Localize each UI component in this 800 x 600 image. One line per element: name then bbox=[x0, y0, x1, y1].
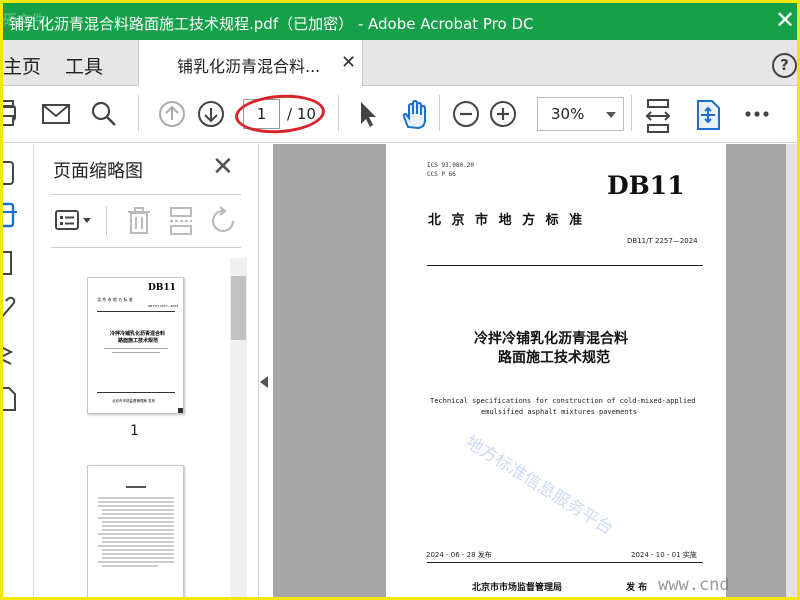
panel-close-icon[interactable]: ✕ bbox=[212, 152, 234, 182]
page-thumbnails-icon[interactable] bbox=[3, 200, 21, 230]
toolbar-separator bbox=[138, 95, 139, 131]
zoom-value: 30% bbox=[551, 105, 585, 123]
thumb-text-line bbox=[104, 348, 168, 349]
doc-title-1: 冷拌冷铺乳化沥青混合料 bbox=[474, 331, 628, 347]
more-options-icon[interactable] bbox=[743, 99, 773, 129]
thumbnail-options-icon[interactable] bbox=[54, 207, 94, 235]
bookmark-icon[interactable] bbox=[3, 158, 21, 188]
thumb-toc-lines bbox=[98, 497, 174, 567]
document-icon[interactable] bbox=[3, 384, 21, 414]
scrollbar-thumb[interactable] bbox=[231, 276, 246, 340]
thumbnail-1-label: 1 bbox=[130, 423, 139, 439]
chevron-down-icon bbox=[606, 112, 616, 118]
pdf-page: ICS 93.080.20 CCS P 66 DB11 北 京 市 地 方 标 … bbox=[386, 144, 726, 597]
thumb-rule bbox=[97, 311, 175, 312]
doc-issue-word: 发 布 bbox=[626, 583, 648, 593]
doc-region: 北 京 市 地 方 标 准 bbox=[428, 213, 583, 228]
window-title: 铺乳化沥青混合料路面施工技术规程.pdf（已加密） - Adobe Acroba… bbox=[9, 15, 534, 33]
panel-collapse-handle[interactable] bbox=[260, 376, 268, 388]
doc-db-mark: DB11 bbox=[607, 171, 685, 200]
doc-en-title-1: Technical specifications for constructio… bbox=[430, 397, 696, 405]
thumb-rule bbox=[97, 392, 175, 393]
hand-tool-icon[interactable] bbox=[399, 99, 431, 131]
toolbar-separator bbox=[631, 95, 632, 131]
doc-ccs: CCS P 66 bbox=[427, 171, 456, 178]
tab-close-icon[interactable]: ✕ bbox=[341, 52, 356, 73]
doc-ics: ICS 93.080.20 bbox=[427, 162, 474, 169]
panel-divider bbox=[51, 194, 241, 195]
thumbnail-scrollbar[interactable] bbox=[230, 258, 247, 597]
help-icon[interactable]: ? bbox=[772, 53, 797, 78]
url-watermark: www.cnd bbox=[658, 575, 730, 595]
zoom-out-icon[interactable] bbox=[451, 99, 481, 129]
main-toolbar: 1 / 10 30% bbox=[3, 87, 797, 143]
toolbar-separator bbox=[338, 95, 339, 131]
doc-rule-bottom bbox=[427, 562, 703, 563]
tab-document[interactable]: 铺乳化沥青混合料... ✕ bbox=[138, 40, 363, 86]
tab-tools[interactable]: 工具 bbox=[65, 52, 103, 79]
doc-issuer: 北京市市场监督管理局 bbox=[472, 583, 563, 593]
layers-icon[interactable] bbox=[3, 248, 21, 278]
tab-bar: 主页 工具 铺乳化沥青混合料... ✕ ? bbox=[3, 40, 797, 86]
zoom-in-icon[interactable] bbox=[488, 99, 518, 129]
rotate-page-icon[interactable] bbox=[209, 206, 239, 236]
doc-publish-date: 2024 - 06 - 28 发布 bbox=[426, 551, 492, 559]
fit-width-icon[interactable] bbox=[643, 99, 673, 133]
doc-implement-date: 2024 - 10 - 01 实施 bbox=[631, 551, 697, 559]
mail-icon[interactable] bbox=[41, 99, 71, 129]
left-tool-strip bbox=[3, 144, 34, 597]
toolbar-separator bbox=[439, 95, 440, 131]
overlay-watermark: 砸文件 bbox=[3, 13, 45, 29]
title-bar: 铺乳化沥青混合料路面施工技术规程.pdf（已加密） - Adobe Acroba… bbox=[3, 3, 797, 40]
thumbnail-panel: 页面缩略图 ✕ DB11 北 京 市 地 方 标 准 DB11/T 2257—2… bbox=[34, 144, 259, 597]
thumb-title-1: 冷拌冷铺乳化沥青混合料 bbox=[110, 331, 166, 337]
extract-page-icon[interactable] bbox=[167, 206, 195, 236]
search-icon[interactable] bbox=[89, 99, 119, 129]
page-thumbnail-2[interactable] bbox=[87, 465, 184, 597]
panel-title: 页面缩略图 bbox=[53, 161, 143, 182]
doc-en-title-2: emulsified asphalt mixtures pavements bbox=[481, 408, 637, 416]
doc-rule-top bbox=[427, 265, 703, 266]
panel-separator bbox=[106, 206, 107, 236]
thumb-region: 北 京 市 地 方 标 准 bbox=[97, 297, 133, 302]
doc-code: DB11/T 2257—2024 bbox=[627, 237, 698, 245]
page-thumbnail-1[interactable]: DB11 北 京 市 地 方 标 准 DB11/T 2257—2024 冷拌冷铺… bbox=[87, 277, 184, 414]
document-viewer[interactable]: ICS 93.080.20 CCS P 66 DB11 北 京 市 地 方 标 … bbox=[273, 144, 797, 597]
thumb-heading bbox=[126, 486, 146, 488]
thumb-code: DB11/T 2257—2024 bbox=[148, 304, 179, 308]
tab-document-label: 铺乳化沥青混合料... bbox=[177, 57, 321, 76]
signature-icon[interactable] bbox=[3, 340, 21, 370]
select-arrow-icon[interactable] bbox=[355, 99, 379, 129]
previous-page-icon[interactable] bbox=[157, 99, 187, 129]
thumb-corner-marker bbox=[178, 408, 183, 413]
delete-page-icon[interactable] bbox=[125, 206, 153, 236]
window-close-button[interactable]: ✕ bbox=[773, 7, 797, 33]
thumb-db: DB11 bbox=[148, 283, 176, 293]
next-page-icon[interactable] bbox=[196, 99, 226, 129]
viewer-scrollbar[interactable] bbox=[786, 144, 797, 597]
panel-divider bbox=[51, 247, 241, 248]
full-screen-icon[interactable] bbox=[693, 99, 723, 131]
print-icon[interactable] bbox=[3, 99, 19, 129]
thumb-title-2: 路面施工技术规范 bbox=[118, 338, 159, 344]
zoom-dropdown[interactable]: 30% bbox=[537, 97, 624, 131]
thumb-foot: 北京市市场监督管理局 发布 bbox=[112, 399, 156, 403]
thumb-text-line bbox=[112, 352, 160, 353]
panel-toolbar bbox=[34, 202, 259, 242]
tab-home[interactable]: 主页 bbox=[3, 52, 41, 79]
attachment-icon[interactable] bbox=[3, 294, 21, 324]
doc-title-2: 路面施工技术规范 bbox=[498, 350, 610, 366]
app-window: 铺乳化沥青混合料路面施工技术规程.pdf（已加密） - Adobe Acroba… bbox=[0, 0, 800, 600]
